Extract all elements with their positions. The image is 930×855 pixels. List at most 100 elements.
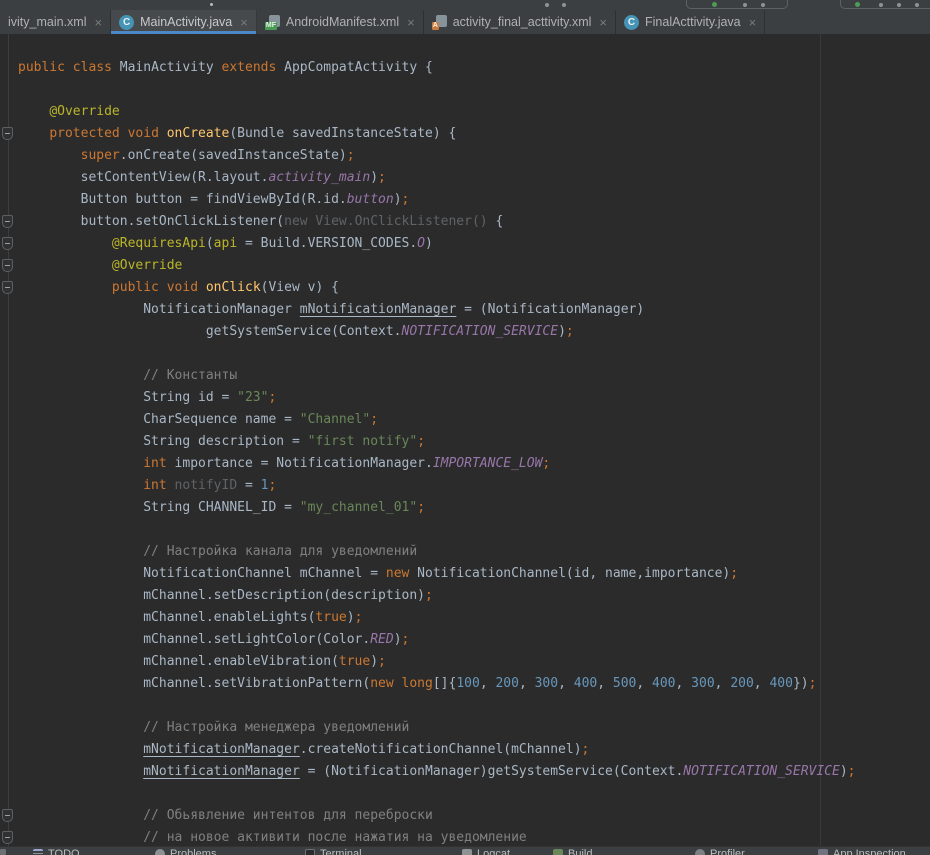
code-line: // Настройка менеджера уведомлений: [0, 717, 930, 739]
toolwindow-button-label: Terminal: [320, 848, 362, 855]
code-line: // Константы: [0, 365, 930, 387]
code-line: mNotificationManager = (NotificationMana…: [0, 761, 930, 783]
code-line: Button button = findViewById(R.id.button…: [0, 189, 930, 211]
toolwindow-button-build[interactable]: Build: [553, 848, 592, 855]
fold-collapse-icon[interactable]: [2, 281, 13, 294]
fold-collapse-icon[interactable]: [2, 237, 13, 250]
close-icon[interactable]: ×: [749, 16, 757, 29]
code-line: CharSequence name = "Channel";: [0, 409, 930, 431]
toolwindow-button-profiler[interactable]: Profiler: [695, 848, 745, 855]
code-line: // Настройка канала для уведомлений: [0, 541, 930, 563]
code-line: String id = "23";: [0, 387, 930, 409]
close-icon[interactable]: ×: [240, 16, 248, 29]
toolbar-action-icon[interactable]: [879, 3, 883, 7]
tab-label: activity_final_acttivity.xml: [453, 15, 592, 29]
code-line: [0, 783, 930, 805]
code-line: [0, 79, 930, 101]
toolbar-dot-icon: [562, 3, 566, 7]
manifest-file-icon: MF: [265, 15, 280, 30]
code-editor[interactable]: public class MainActivity extends AppCom…: [0, 34, 930, 846]
code-line: String CHANNEL_ID = "my_channel_01";: [0, 497, 930, 519]
code-line: public void onClick(View v) {: [0, 277, 930, 299]
toolwindow-button-todo[interactable]: TODO: [33, 848, 80, 855]
toolbar-action-icon[interactable]: [915, 3, 919, 7]
toolwindow-button-label: Problems: [170, 848, 216, 855]
toolwindow-button-label: Logcat: [477, 848, 510, 855]
code-line: mChannel.enableVibration(true);: [0, 651, 930, 673]
code-line: mChannel.setDescription(description);: [0, 585, 930, 607]
code-line: getSystemService(Context.NOTIFICATION_SE…: [0, 321, 930, 343]
layout-file-icon: A: [432, 15, 447, 30]
toolwindow-button-label: TODO: [48, 848, 80, 855]
toolbar-dot-icon: [545, 3, 549, 7]
toolwindow-button-label: Build: [568, 848, 592, 855]
code-line: mChannel.enableLights(true);: [0, 607, 930, 629]
toolwindow-button-terminal[interactable]: Terminal: [305, 848, 362, 855]
code-line: NotificationChannel mChannel = new Notif…: [0, 563, 930, 585]
tab-ivity-main-xml[interactable]: ivity_main.xml ×: [0, 10, 111, 34]
close-icon[interactable]: ×: [407, 16, 415, 29]
code-line: mNotificationManager.createNotificationC…: [0, 739, 930, 761]
code-line: int importance = NotificationManager.IMP…: [0, 453, 930, 475]
code-line: setContentView(R.layout.activity_main);: [0, 167, 930, 189]
toolbar-action-icon[interactable]: [743, 3, 747, 7]
toolbar-device-group[interactable]: [840, 0, 930, 9]
code-line: [0, 695, 930, 717]
code-line: @Override: [0, 255, 930, 277]
tab-androidmanifest-xml[interactable]: MF AndroidManifest.xml ×: [257, 10, 424, 34]
editor-tab-bar: ivity_main.xml × C MainActivity.java × MF Andr…: [0, 10, 930, 34]
run-icon[interactable]: [712, 2, 717, 7]
problems-icon: [155, 849, 165, 855]
fold-collapse-icon[interactable]: [2, 809, 13, 822]
terminal-icon: [305, 849, 315, 855]
toolwindow-button-problems[interactable]: Problems: [155, 848, 216, 855]
code-line: super.onCreate(savedInstanceState);: [0, 145, 930, 167]
tab-label: FinalActtivity.java: [645, 15, 741, 29]
toolbar-action-icon[interactable]: [761, 3, 765, 7]
logcat-icon: [462, 849, 472, 855]
toolbar-action-icon[interactable]: [897, 3, 901, 7]
run-icon[interactable]: [855, 2, 860, 7]
toolwindow-button-app-inspection[interactable]: App Inspection: [818, 848, 906, 855]
code-line: // Обьявление интентов для переброски: [0, 805, 930, 827]
class-file-icon: C: [119, 15, 134, 30]
toolwindow-button-label: App Inspection: [833, 848, 906, 855]
code-area[interactable]: public class MainActivity extends AppCom…: [0, 57, 930, 846]
class-file-icon: C: [624, 15, 639, 30]
todo-icon: [33, 849, 43, 855]
tab-label: AndroidManifest.xml: [286, 15, 399, 29]
tool-window-corner-icon[interactable]: [0, 849, 6, 855]
code-line: [0, 343, 930, 365]
tab-finalacttivity-java[interactable]: C FinalActtivity.java ×: [616, 10, 765, 34]
fold-collapse-icon[interactable]: [2, 215, 13, 228]
code-line: NotificationManager mNotificationManager…: [0, 299, 930, 321]
code-line: String description = "first notify";: [0, 431, 930, 453]
fold-collapse-icon[interactable]: [2, 831, 13, 844]
toolbar-run-group[interactable]: [686, 0, 788, 9]
toolwindow-button-label: Profiler: [710, 848, 745, 855]
build-icon: [553, 849, 563, 855]
code-line: // на новое активити после нажатия на ув…: [0, 827, 930, 846]
code-line: [0, 519, 930, 541]
tab-label: ivity_main.xml: [8, 15, 87, 29]
code-line: public class MainActivity extends AppCom…: [0, 57, 930, 79]
fold-collapse-icon[interactable]: [2, 259, 13, 272]
code-line: @Override: [0, 101, 930, 123]
code-line: int notifyID = 1;: [0, 475, 930, 497]
toolwindow-button-logcat[interactable]: Logcat: [462, 848, 510, 855]
close-icon[interactable]: ×: [599, 16, 607, 29]
fold-collapse-icon[interactable]: [2, 127, 13, 140]
tab-activity-final-acttivity-xml[interactable]: Aactivity_final_acttivity.xml ×: [424, 10, 616, 34]
tab-mainactivity-java[interactable]: C MainActivity.java ×: [111, 10, 257, 34]
code-line: mChannel.setVibrationPattern(new long[]{…: [0, 673, 930, 695]
code-line: mChannel.setLightColor(Color.RED);: [0, 629, 930, 651]
code-line: protected void onCreate(Bundle savedInst…: [0, 123, 930, 145]
close-icon[interactable]: ×: [95, 16, 103, 29]
code-line: @RequiresApi(api = Build.VERSION_CODES.O…: [0, 233, 930, 255]
appinspect-icon: [818, 849, 828, 855]
tool-window-bar: TODO Problems Terminal Logcat Build Profiler A…: [0, 846, 930, 855]
profiler-icon: [695, 849, 705, 855]
code-line: button.setOnClickListener(new View.OnCli…: [0, 211, 930, 233]
tab-label: MainActivity.java: [140, 15, 232, 29]
main-toolbar: [0, 0, 930, 10]
